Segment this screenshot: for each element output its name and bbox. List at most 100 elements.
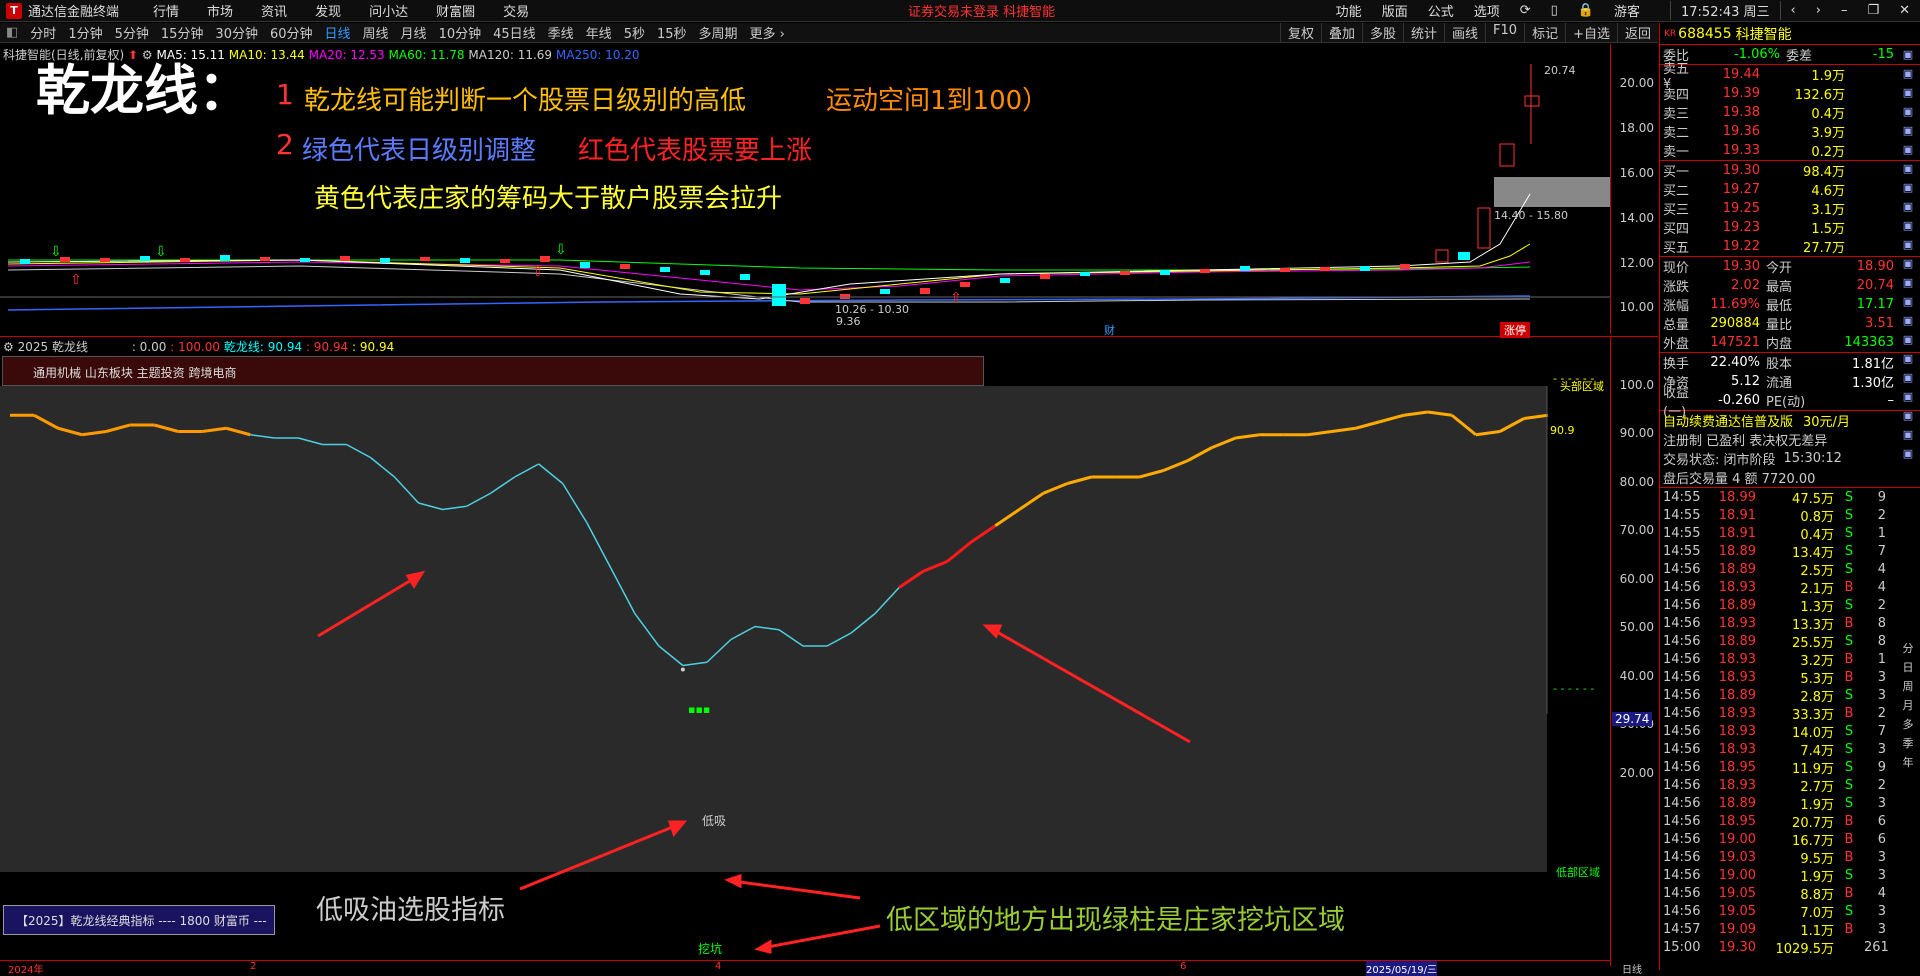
side-tool-icon[interactable]: ▣ — [1897, 86, 1919, 104]
menu-jiaoyi[interactable]: 交易 — [489, 1, 543, 20]
lock-icon[interactable]: 🔒 — [1568, 3, 1604, 18]
period-15min[interactable]: 15分钟 — [155, 23, 210, 42]
order-book-row[interactable]: 卖一 19.33 0.2万 — [1660, 141, 1920, 160]
period-weekly[interactable]: 周线 — [357, 23, 395, 42]
period-multi[interactable]: 多周期 — [693, 23, 744, 42]
menu-wenxiaoda[interactable]: 问小达 — [355, 1, 422, 20]
indicator-svg: - - - - - - - - - - - - ▪▪▪ — [10, 372, 1594, 954]
side-tool-icon[interactable]: ▣ — [1897, 276, 1919, 294]
side-tool-icon[interactable]: ▣ — [1897, 257, 1919, 275]
series-segment — [922, 560, 948, 573]
side-tool-icon[interactable]: ▣ — [1897, 352, 1919, 370]
menu-caifuquan[interactable]: 财富圈 — [422, 1, 489, 20]
order-book-row[interactable]: 卖二 19.36 3.9万 — [1660, 122, 1920, 141]
indicator-promo-box[interactable]: 【2025】乾龙线经典指标 ---- 1800 财富币 --- — [3, 905, 275, 935]
side-tool-icon[interactable]: ▣ — [1897, 143, 1919, 161]
side-tool-icon[interactable]: ▣ — [1897, 200, 1919, 218]
menu-banmian[interactable]: 版面 — [1372, 1, 1418, 20]
period-15sec[interactable]: 15秒 — [651, 23, 693, 42]
period-45day[interactable]: 45日线 — [487, 23, 542, 42]
order-book-row[interactable]: 卖三 19.38 0.4万 — [1660, 103, 1920, 122]
side-tool-icon[interactable]: ▣ — [1897, 409, 1919, 427]
side-period-button[interactable]: 年 — [1897, 754, 1919, 772]
side-tool-icon[interactable]: ▣ — [1897, 314, 1919, 332]
back-icon[interactable]: ‹ — [1781, 3, 1806, 18]
low-zone-label: 低部区域 — [1556, 866, 1600, 879]
side-tool-icon[interactable]: ▣ — [1897, 333, 1919, 351]
promo-row[interactable]: 自动续费通达信普及版 30元/月 — [1660, 411, 1920, 430]
minimize-icon[interactable]: – — [1831, 3, 1858, 18]
side-tool-icon[interactable]: ▣ — [1897, 181, 1919, 199]
period-30min[interactable]: 30分钟 — [209, 23, 264, 42]
menu-gongneng[interactable]: 功能 — [1326, 1, 1372, 20]
close-icon[interactable]: ✕ — [1889, 3, 1920, 18]
side-period-button[interactable]: 分 — [1897, 640, 1919, 658]
side-tool-icon[interactable]: ▣ — [1897, 428, 1919, 446]
menu-xuanxiang[interactable]: 选项 — [1464, 1, 1510, 20]
side-period-button[interactable]: 月 — [1897, 697, 1919, 715]
order-book-row[interactable]: 卖四 19.39 132.6万 — [1660, 84, 1920, 103]
tool-fanhui[interactable]: 返回 — [1616, 23, 1658, 42]
tool-zixuan[interactable]: +自选 — [1565, 23, 1617, 42]
login-warning[interactable]: 证券交易未登录 科捷智能 — [908, 1, 1055, 20]
period-fenshi[interactable]: 分时 — [24, 23, 62, 42]
tick-price: 19.03 — [1718, 849, 1756, 865]
period-monthly[interactable]: 月线 — [395, 23, 433, 42]
order-book-row[interactable]: 买四 19.23 1.5万 — [1660, 218, 1920, 237]
forward-icon[interactable]: › — [1806, 3, 1831, 18]
order-book-row[interactable]: 买三 19.25 3.1万 — [1660, 199, 1920, 218]
side-tool-icon[interactable]: ▣ — [1897, 371, 1919, 389]
period-60min[interactable]: 60分钟 — [264, 23, 319, 42]
period-daily[interactable]: 日线 — [319, 23, 357, 42]
guest-label[interactable]: 游客 — [1604, 1, 1650, 20]
tick-count: 3 — [1877, 867, 1886, 883]
menu-gongshi[interactable]: 公式 — [1418, 1, 1464, 20]
period-10min[interactable]: 10分钟 — [433, 23, 488, 42]
order-book-row[interactable]: 买二 19.27 4.6万 — [1660, 180, 1920, 199]
side-tool-icon[interactable]: ▣ — [1897, 67, 1919, 85]
tool-diejia[interactable]: 叠加 — [1320, 23, 1362, 42]
side-period-button[interactable]: 周 — [1897, 678, 1919, 696]
period-1min[interactable]: 1分钟 — [62, 23, 108, 42]
order-book-row[interactable]: 卖五 ¥19.44 1.9万 — [1660, 62, 1920, 92]
period-quarter[interactable]: 季线 — [542, 23, 580, 42]
menu-shichang[interactable]: 市场 — [193, 1, 247, 20]
side-period-button[interactable]: 季 — [1897, 735, 1919, 753]
stat-row: 涨幅 11.69% 最低 17.17 — [1660, 295, 1920, 314]
tick-side: B — [1844, 615, 1854, 631]
y-tick: 18.00 — [1619, 121, 1654, 135]
period-more[interactable]: 更多 › — [744, 23, 791, 42]
side-tool-icon[interactable]: ▣ — [1897, 105, 1919, 123]
side-tool-icon[interactable]: ▣ — [1897, 124, 1919, 142]
tool-tongji[interactable]: 统计 — [1403, 23, 1444, 42]
side-tool-icon[interactable]: ▣ — [1897, 162, 1919, 180]
side-tool-icon[interactable]: ▣ — [1897, 447, 1919, 465]
tool-fuquan[interactable]: 复权 — [1279, 23, 1321, 42]
tick-time: 14:56 — [1663, 723, 1701, 739]
menu-zixun[interactable]: 资讯 — [247, 1, 301, 20]
side-tool-icon[interactable]: ▣ — [1897, 219, 1919, 237]
tool-biaoji[interactable]: 标记 — [1524, 23, 1565, 42]
period-5min[interactable]: 5分钟 — [109, 23, 155, 42]
layout-toggle-icon[interactable]: ◧ — [0, 25, 24, 40]
side-tool-icon[interactable]: ▣ — [1897, 390, 1919, 408]
refresh-icon[interactable]: ⟳ — [1510, 3, 1541, 18]
period-5sec[interactable]: 5秒 — [618, 23, 651, 42]
side-period-button[interactable]: 多 — [1897, 716, 1919, 734]
tool-duogu[interactable]: 多股 — [1361, 23, 1403, 42]
order-book-row[interactable]: 买一 19.30 98.4万 — [1660, 161, 1920, 180]
side-period-button[interactable]: 日 — [1897, 659, 1919, 677]
kline-chart[interactable]: ⇩ ⇩ ⇩ ⇧ ⇧ ⇧ 科捷智能(日线,前复权) ⬆ ⚙ MA5: 15.11 … — [0, 44, 1610, 338]
period-year[interactable]: 年线 — [580, 23, 618, 42]
menu-hangqing[interactable]: 行情 — [139, 1, 193, 20]
tool-huaxian[interactable]: 画线 — [1444, 23, 1485, 42]
restore-icon[interactable]: ❐ — [1857, 3, 1889, 18]
tool-f10[interactable]: F10 — [1485, 23, 1524, 42]
order-book-row[interactable]: 买五 19.22 27.7万 — [1660, 237, 1920, 256]
side-tool-icon[interactable]: ▣ — [1897, 238, 1919, 256]
side-tool-icon[interactable]: ▣ — [1897, 48, 1919, 66]
menu-faxian[interactable]: 发现 — [301, 1, 355, 20]
side-tool-icon[interactable]: ▣ — [1897, 295, 1919, 313]
phone-icon[interactable]: ▯ — [1541, 3, 1568, 18]
tick-count: 2 — [1877, 777, 1886, 793]
